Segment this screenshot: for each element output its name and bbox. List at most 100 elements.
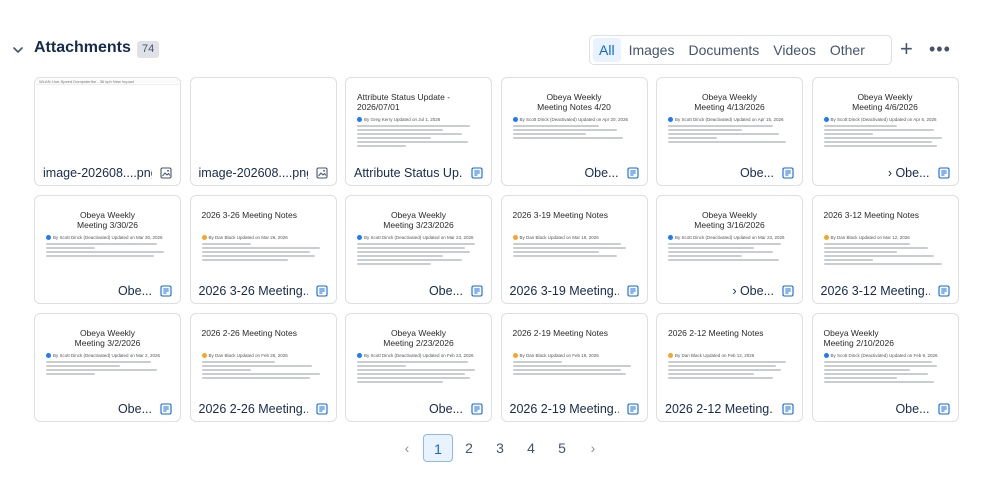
page-file-icon [782,403,794,415]
attachment-card[interactable]: 2026 3-12 Meeting Notes By Dan Black Upda… [811,195,959,304]
author-avatar-icon [512,235,518,240]
attachment-count-badge: 74 [137,41,160,58]
doc-preview-title: 2026 2-26 Meeting Notes [201,328,297,338]
attachment-card[interactable]: 2026 2-12 Meeting Notes By Dan Black Upda… [656,313,803,422]
doc-preview-meta-text: By Scott Dinck (Deactivated) Updated on … [53,353,161,358]
filter-tab-videos[interactable]: Videos [767,38,822,62]
attachment-thumbnail: 2026 3-12 Meeting Notes By Dan Black Upda… [814,197,957,275]
attachment-thumbnail: Obeya Weekly Meeting 3/23/2026 By Scott D… [347,197,490,275]
doc-preview-meta-text: By Dan Black Updated on Mar 26, 2026 [208,235,288,240]
filter-tab-images[interactable]: Images [623,38,681,62]
filter-tab-documents[interactable]: Documents [682,38,765,62]
attachment-thumbnail: Obeya Weekly Meeting Notes 4/20 By Scott … [503,79,646,157]
doc-preview-body [46,361,169,377]
page-file-icon [626,167,639,179]
page-button-3[interactable]: 3 [485,434,515,462]
filter-tab-all[interactable]: All [593,38,621,62]
author-avatar-icon [823,117,829,122]
attachment-thumbnail: Attribute Status Update - 2026/07/01 By G… [347,79,490,157]
attachment-card[interactable]: Obeya Weekly Meeting 3/16/2026 By Scott D… [656,195,803,304]
image-file-icon [160,167,172,179]
author-avatar-icon [357,117,362,122]
page-button-4[interactable]: 4 [516,434,546,462]
doc-preview-title: 2026 3-12 Meeting Notes [823,210,919,220]
attachment-filename: Obe... [739,166,774,180]
attachment-filename: 2026 3-26 Meeting... [198,284,308,298]
attachment-card[interactable]: 2026 2-19 Meeting Notes By Dan Black Upda… [500,313,648,422]
attachment-card[interactable]: Obeya Weekly Meeting 3/23/2026 By Scott D… [345,195,492,304]
attachment-card[interactable]: Obeya Weekly Meeting 4/13/2026 By Scott D… [656,77,803,186]
page-file-icon [937,167,950,179]
doc-preview-body [512,125,636,141]
page-file-icon [937,285,950,297]
attachment-card[interactable]: 2026 3-26 Meeting Notes By Dan Black Upda… [189,195,337,304]
doc-preview-title: Obeya Weekly Meeting 4/6/2026 [852,92,918,112]
doc-preview-meta-text: By Scott Dinck (Deactivated) Updated on … [519,117,629,122]
attachment-card[interactable]: Obeya Weekly Meeting 4/6/2026 By Scott Di… [811,77,959,186]
page-file-icon [471,285,483,297]
doc-preview-meta: By Dan Black Updated on Feb 19, 2026 [512,353,638,358]
doc-preview-title: Attribute Status Update - 2026/07/01 [357,92,451,112]
next-page-button[interactable]: › [578,434,608,462]
page-file-icon [782,167,794,179]
author-avatar-icon [46,235,51,240]
plus-icon[interactable]: + [900,38,913,60]
page-button-2[interactable]: 2 [454,434,484,462]
author-avatar-icon [823,235,829,240]
attachment-thumbnail: WLAN Line-Speed Dumpsterfire - 36 kph Ne… [36,79,179,157]
filter-tab-other[interactable]: Other [824,38,871,62]
attachment-filename: 2026 2-12 Meeting... [665,402,774,416]
doc-preview-body [357,243,480,267]
doc-preview-title: Obeya Weekly Meeting 3/2/2026 [74,328,141,348]
section-title: Attachments [34,39,131,56]
attachment-filename: Obe... [584,166,619,180]
doc-preview-meta-text: By Scott Dinck (Deactivated) Updated on … [53,235,163,240]
doc-preview-meta: By Scott Dinck (Deactivated) Updated on … [668,235,793,240]
attachment-filename: image-202608....png [43,166,152,180]
doc-preview-title: Obeya Weekly Meeting 3/30/26 [77,210,138,230]
attachment-card[interactable]: Obeya Weekly Meeting Notes 4/20 By Scott … [500,77,648,186]
attachment-card[interactable]: 2026 3-19 Meeting Notes By Dan Black Upda… [500,195,648,304]
doc-preview-meta-text: By Dan Black Updated on Feb 26, 2026 [208,353,288,358]
pagination: ‹ 1 2 3 4 5 › [392,434,609,462]
page-file-icon [160,285,172,297]
attachment-thumbnail: Obeya Weekly Meeting 3/2/2026 By Scott Di… [36,315,179,393]
author-avatar-icon [668,117,673,122]
prev-page-button[interactable]: ‹ [392,434,422,462]
doc-preview-body [201,361,325,381]
doc-preview-body [668,125,791,145]
doc-preview-meta-text: By Scott Dinck (Deactivated) Updated on … [364,235,474,240]
page-file-icon [315,403,328,415]
more-horizontal-icon[interactable]: ••• [929,39,951,59]
attachment-card[interactable]: Obeya Weekly Meeting 2/10/2026 By Scott D… [811,313,959,422]
attachment-thumbnail: 2026 2-19 Meeting Notes By Dan Black Upda… [503,315,646,393]
attachment-filename: 2026 2-26 Meeting... [198,402,308,416]
attachment-card[interactable]: image-202608....png [189,77,337,186]
doc-preview-meta: By Scott Dinck (Deactivated) Updated on … [512,117,638,122]
doc-preview-title: Obeya Weekly Meeting 3/23/2026 [383,210,454,230]
page-file-icon [937,403,950,415]
doc-preview-meta: By Scott Dinck (Deactivated) Updated on … [46,353,171,358]
page-button-5[interactable]: 5 [547,434,577,462]
doc-preview-meta-text: By Scott Dinck (Deactivated) Updated on … [675,117,784,122]
doc-preview-meta-text: By Scott Dinck (Deactivated) Updated on … [830,353,938,358]
attachment-filename: Obe... [117,284,152,298]
chevron-down-icon[interactable] [11,43,25,57]
doc-preview-title: 2026 2-12 Meeting Notes [668,328,764,338]
attachment-thumbnail: Obeya Weekly Meeting 3/30/26 By Scott Din… [36,197,179,275]
attachment-card[interactable]: Attribute Status Update - 2026/07/01 By G… [345,77,492,186]
doc-preview-title: Obeya Weekly Meeting 2/10/2026 [823,328,894,348]
attachment-card[interactable]: 2026 2-26 Meeting Notes By Dan Black Upda… [189,313,337,422]
page-button-1[interactable]: 1 [423,434,453,462]
page-file-icon [626,403,639,415]
attachment-card[interactable]: Obeya Weekly Meeting 3/2/2026 By Scott Di… [34,313,181,422]
attachment-thumbnail: Obeya Weekly Meeting 4/6/2026 By Scott Di… [814,79,957,157]
attachment-card[interactable]: Obeya Weekly Meeting 2/23/2026 By Scott D… [345,313,492,422]
attachment-card[interactable]: Obeya Weekly Meeting 3/30/26 By Scott Din… [34,195,181,304]
doc-preview-meta-text: By Greg Kerry Updated on Jul 1, 2026 [364,117,441,122]
doc-preview-meta-text: By Scott Dinck (Deactivated) Updated on … [675,235,785,240]
doc-preview-body [668,361,791,381]
doc-preview-meta: By Scott Dinck (Deactivated) Updated on … [357,353,482,358]
doc-preview-body [668,243,791,263]
attachment-card[interactable]: WLAN Line-Speed Dumpsterfire - 36 kph Ne… [34,77,181,186]
